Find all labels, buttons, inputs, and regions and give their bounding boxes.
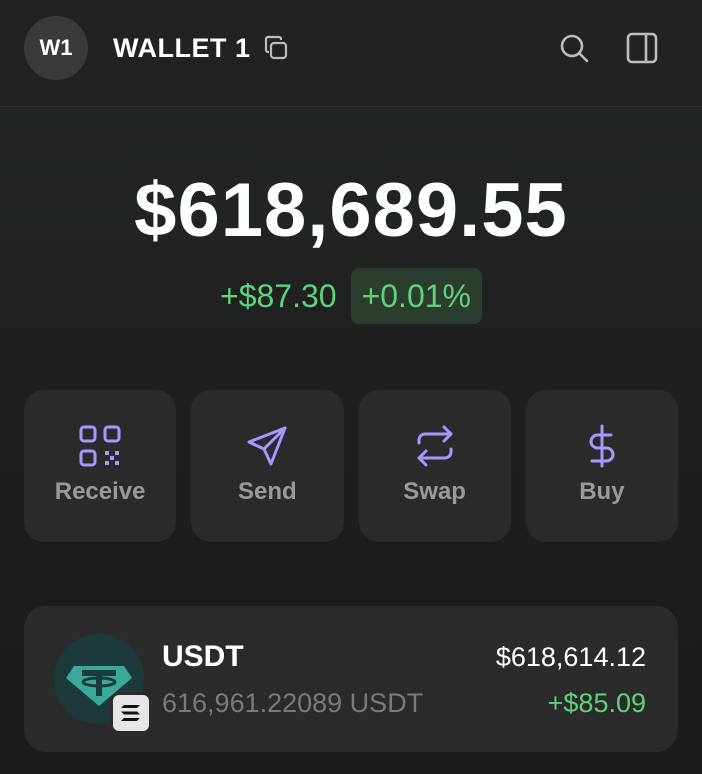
wallet-app: W1 WALLET 1 $618,689.55 +$87.30 +0.01% R… — [0, 0, 702, 774]
token-amount: 616,961.22089 USDT — [162, 688, 424, 718]
token-symbol: USDT — [162, 640, 244, 673]
token-change: +$85.09 — [547, 688, 646, 718]
header: W1 WALLET 1 — [0, 0, 702, 107]
receive-button[interactable]: Receive — [24, 390, 177, 542]
change-amount: +$87.30 — [220, 278, 337, 314]
dollar-icon — [589, 424, 615, 468]
buy-button[interactable]: Buy — [525, 390, 678, 542]
qr-code-icon — [79, 425, 121, 467]
solana-icon — [110, 692, 152, 734]
swap-button[interactable]: Swap — [358, 390, 511, 542]
search-icon[interactable] — [556, 30, 592, 66]
swap-label: Swap — [403, 478, 466, 505]
send-icon — [247, 426, 287, 466]
avatar[interactable]: W1 — [24, 16, 88, 80]
sidebar-icon[interactable] — [624, 30, 660, 66]
change-percent-badge: +0.01% — [350, 268, 482, 324]
send-button[interactable]: Send — [191, 390, 344, 542]
wallet-name[interactable]: WALLET 1 — [113, 30, 251, 66]
copy-icon[interactable] — [262, 34, 290, 62]
send-label: Send — [238, 478, 297, 505]
action-buttons: Receive Send Swap Buy — [24, 390, 678, 542]
swap-icon — [417, 425, 453, 467]
token-row-usdt[interactable]: USDT 616,961.22089 USDT $618,614.12 +$85… — [24, 606, 678, 752]
total-balance: $618,689.55 — [134, 168, 568, 253]
token-value: $618,614.12 — [495, 642, 646, 672]
receive-label: Receive — [54, 478, 146, 505]
buy-label: Buy — [579, 478, 625, 505]
balance-change-row: +$87.30 +0.01% — [0, 268, 702, 324]
